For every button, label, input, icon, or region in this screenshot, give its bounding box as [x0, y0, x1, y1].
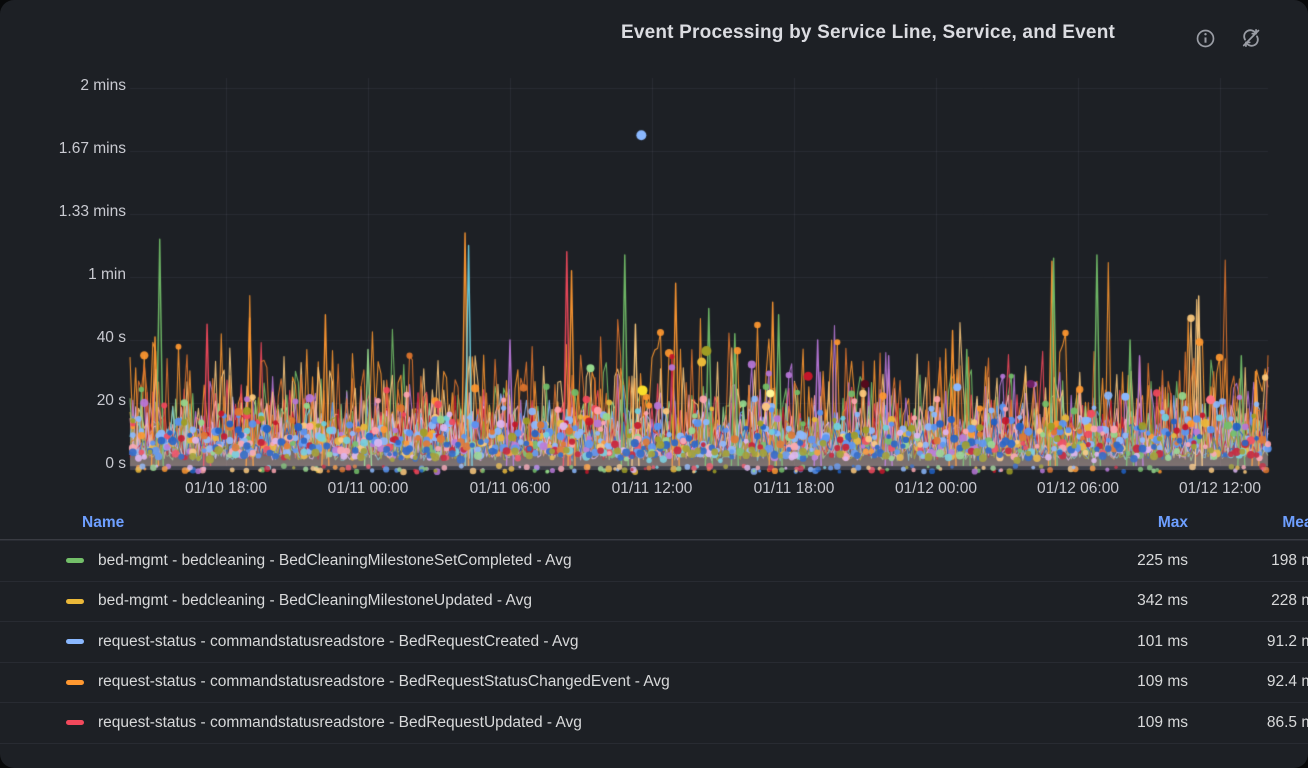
series-mean-value: 91.2 ms [1196, 633, 1308, 651]
series-max-value: 225 ms [1086, 552, 1196, 570]
timeseries-chart[interactable] [0, 70, 1308, 506]
series-label: request-status - commandstatusreadstore … [98, 714, 582, 732]
series-mean-value: 228 ms [1196, 592, 1308, 610]
legend-header-mean[interactable]: Mean [1196, 514, 1308, 532]
legend-row[interactable]: request-status - commandstatusreadstore … [0, 702, 1308, 744]
x-tick-label: 01/11 18:00 [754, 480, 835, 498]
x-tick-label: 01/12 00:00 [895, 480, 977, 498]
x-tick-label: 01/11 06:00 [470, 480, 551, 498]
legend-series-name: bed-mgmt - bedcleaning - BedCleaningMile… [0, 552, 1086, 570]
x-tick-label: 01/11 00:00 [328, 480, 409, 498]
series-mean-value: 92.4 ms [1196, 673, 1308, 691]
legend-row[interactable]: request-status - commandstatusreadstore … [0, 662, 1308, 703]
x-tick-label: 01/12 06:00 [1037, 480, 1119, 498]
legend-header-name[interactable]: Name [0, 514, 1086, 532]
series-label: bed-mgmt - bedcleaning - BedCleaningMile… [98, 552, 572, 570]
series-max-value: 342 ms [1086, 592, 1196, 610]
series-max-value: 109 ms [1086, 673, 1196, 691]
legend-row[interactable]: request-status - commandstatusreadstore … [0, 621, 1308, 662]
series-color-swatch [66, 639, 84, 644]
series-color-swatch [66, 720, 84, 725]
info-icon[interactable] [1195, 28, 1216, 49]
legend-series-name: request-status - commandstatusreadstore … [0, 633, 1086, 651]
legend-table: NameMaxMean bed-mgmt - bedcleaning - BedC… [0, 506, 1308, 744]
series-label: request-status - commandstatusreadstore … [98, 673, 670, 691]
grafana-panel: Event Processing by Service Line, Servic… [0, 0, 1308, 768]
legend-header: NameMaxMean [0, 506, 1308, 540]
x-tick-label: 01/12 12:00 [1179, 480, 1261, 498]
x-tick-label: 01/11 12:00 [612, 480, 693, 498]
legend-series-name: request-status - commandstatusreadstore … [0, 714, 1086, 732]
legend-header-max[interactable]: Max [1086, 514, 1196, 532]
series-label: bed-mgmt - bedcleaning - BedCleaningMile… [98, 592, 532, 610]
series-mean-value: 86.5 ms [1196, 714, 1308, 732]
panel-header-icons [1195, 27, 1262, 49]
series-color-swatch [66, 680, 84, 685]
x-tick-label: 01/10 18:00 [185, 480, 267, 498]
series-max-value: 109 ms [1086, 714, 1196, 732]
series-color-swatch [66, 599, 84, 604]
legend-row[interactable]: bed-mgmt - bedcleaning - BedCleaningMile… [0, 581, 1308, 622]
series-mean-value: 198 ms [1196, 552, 1308, 570]
series-label: request-status - commandstatusreadstore … [98, 633, 578, 651]
streaming-off-icon[interactable] [1240, 27, 1262, 49]
series-max-value: 101 ms [1086, 633, 1196, 651]
series-color-swatch [66, 558, 84, 563]
panel-title[interactable]: Event Processing by Service Line, Servic… [621, 22, 1115, 44]
legend-series-name: bed-mgmt - bedcleaning - BedCleaningMile… [0, 592, 1086, 610]
legend-series-name: request-status - commandstatusreadstore … [0, 673, 1086, 691]
legend-row[interactable]: bed-mgmt - bedcleaning - BedCleaningMile… [0, 540, 1308, 581]
